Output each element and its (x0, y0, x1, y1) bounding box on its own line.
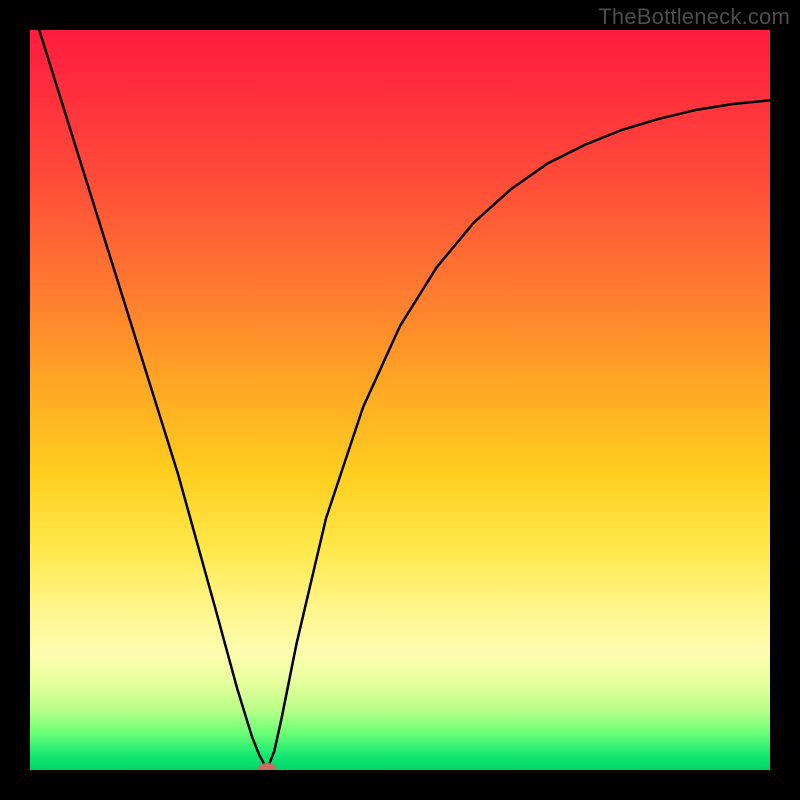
optimum-marker (258, 763, 276, 770)
curve-svg (30, 30, 770, 770)
watermark-text: TheBottleneck.com (598, 4, 790, 30)
plot-area (30, 30, 770, 770)
bottleneck-curve-path (30, 30, 770, 766)
chart-frame: TheBottleneck.com (0, 0, 800, 800)
